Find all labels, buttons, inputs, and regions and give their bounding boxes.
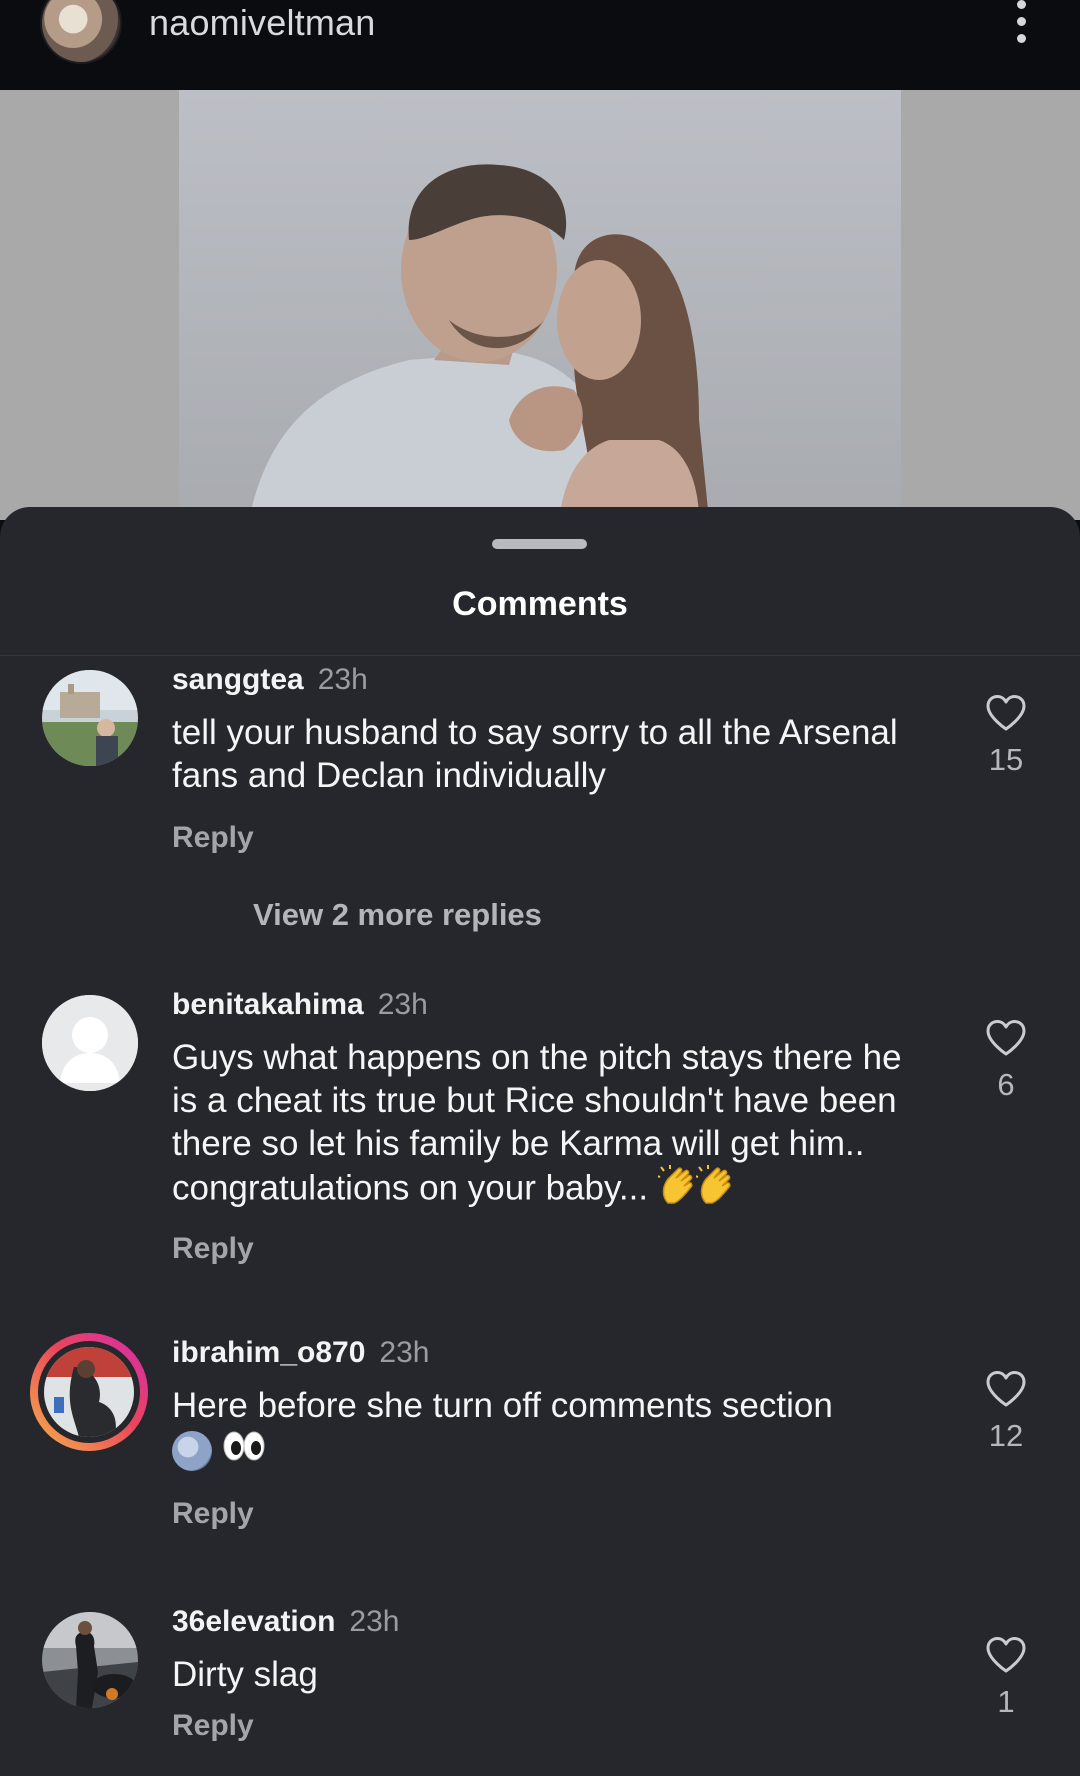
like-button[interactable]: 12 [976,1370,1036,1454]
heart-icon [986,1637,1026,1673]
more-options-icon[interactable] [1010,0,1034,46]
comment-time: 23h [317,663,368,696]
avatar-photo [42,670,138,766]
avatar-photo [44,1347,134,1437]
avatar[interactable] [42,995,138,1091]
view-more-replies-button[interactable]: View 2 more replies [253,897,542,933]
heart-icon [986,1371,1026,1407]
author-avatar[interactable] [40,0,122,64]
clapping-hands-icon [694,1165,734,1215]
post-photo[interactable] [179,90,901,520]
comment-meta: ibrahim_o870 23h [172,1336,429,1370]
comment-text: Guys what happens on the pitch stays the… [172,1038,902,1208]
like-count: 1 [997,1684,1015,1719]
reply-button[interactable]: Reply [172,1232,254,1266]
heart-icon [986,695,1026,731]
comment-time: 23h [377,988,428,1021]
default-avatar-icon [42,995,138,1091]
comment-username[interactable]: sanggtea [172,663,304,696]
avatar-photo [42,1612,138,1708]
comment-username[interactable]: ibrahim_o870 [172,1336,365,1369]
comment-text: Dirty slag [172,1655,318,1694]
comment-text-block: Here before she turn off comments sectio… [172,1384,932,1474]
post-media-area [0,90,1080,520]
like-button[interactable]: 1 [976,1636,1036,1720]
like-button[interactable]: 6 [976,1019,1036,1103]
moon-face-icon [172,1430,212,1471]
couple-photo-illustration [179,90,901,520]
like-count: 12 [988,1418,1024,1453]
like-count: 15 [988,742,1024,777]
clapping-hands-icon [656,1165,696,1215]
comment-text: Here before she turn off comments sectio… [172,1386,833,1425]
post-header: naomiveltman [0,0,1080,90]
like-count: 6 [997,1067,1015,1102]
avatar[interactable] [42,670,138,766]
author-username[interactable]: naomiveltman [149,2,376,44]
avatar[interactable] [44,1347,134,1437]
eyes-icon [222,1428,266,1474]
reply-button[interactable]: Reply [172,1709,254,1743]
like-button[interactable]: 15 [976,694,1036,778]
divider [0,655,1080,656]
heart-icon [986,1020,1026,1056]
comment-text: tell your husband to say sorry to all th… [172,713,898,795]
comment-meta: sanggtea 23h [172,663,368,697]
reply-button[interactable]: Reply [172,1497,254,1531]
comment-time: 23h [379,1336,430,1369]
comment-meta: benitakahima 23h [172,988,428,1022]
comment-meta: 36elevation 23h [172,1605,399,1639]
comment-username[interactable]: benitakahima [172,988,364,1021]
reply-button[interactable]: Reply [172,821,254,855]
drag-handle[interactable] [492,539,587,549]
avatar[interactable] [42,1612,138,1708]
comments-sheet: Comments sanggtea 23h tell your husband t… [0,507,1080,1776]
comment-time: 23h [349,1605,400,1638]
sheet-title: Comments [452,585,628,623]
comment-text-block: Guys what happens on the pitch stays the… [172,1036,932,1215]
comment-username[interactable]: 36elevation [172,1605,335,1638]
